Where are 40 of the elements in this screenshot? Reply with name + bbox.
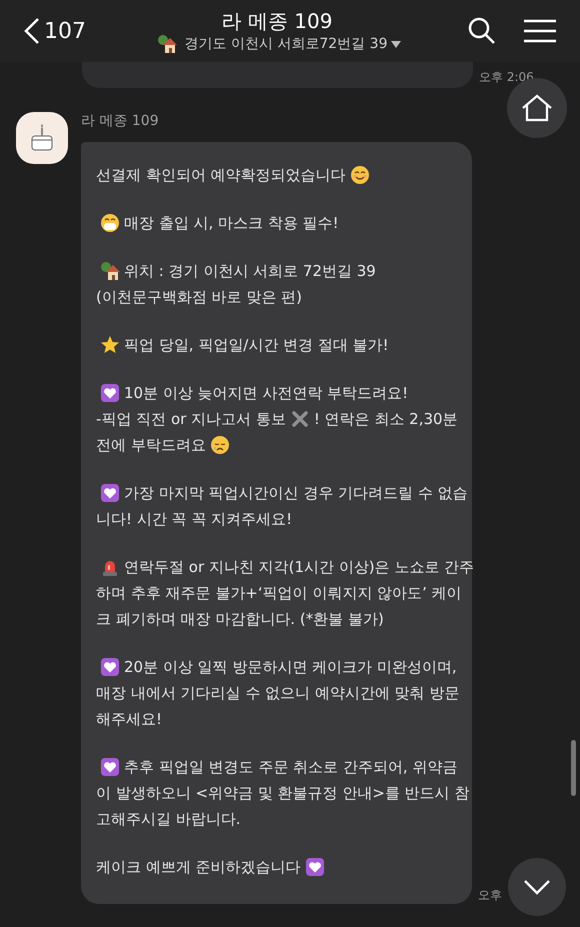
message-text: 니다! 시간 꼭 꼭 지켜주세요! (96, 508, 292, 530)
back-icon (24, 17, 40, 45)
message-text: 가장 마지막 픽업시간이신 경우 기다려드릴 수 없습 (124, 482, 468, 504)
crying-face-icon (210, 435, 230, 455)
chevron-down-icon (523, 879, 551, 895)
message-text: 케이크 예쁘게 준비하겠습니다 (96, 856, 301, 878)
message-text: 고해주시길 바랍니다. (96, 808, 241, 830)
home-icon (521, 94, 553, 122)
sender-name: 라 메종 109 (81, 112, 160, 130)
house-icon (156, 34, 176, 54)
scrollbar (571, 740, 576, 796)
chat-subtitle: 경기도 이천시 서희로72번길 39 (184, 34, 388, 54)
menu-icon[interactable] (524, 19, 556, 43)
smiling-face-icon (350, 165, 370, 185)
caret-icon[interactable] (391, 40, 402, 48)
message-text: ! 연락은 최소 2,30분 (314, 408, 458, 430)
message-text: 전에 부탁드려요 (96, 434, 206, 456)
message-text: 위치 : 경기 이천시 서희로 72번길 39 (124, 260, 376, 282)
message-text: 이 발생하오니 <위약금 및 환불규정 안내>를 반드시 참 (96, 782, 470, 804)
house-icon (100, 261, 120, 281)
message-text: -픽업 직전 or 지나고서 통보 (96, 408, 286, 430)
message-text: 추후 픽업일 변경도 주문 취소로 간주되어, 위약금 (124, 756, 458, 778)
message-text: 매장 내에서 기다리실 수 없으니 예약시간에 맞춰 방문 (96, 682, 460, 704)
message-text: 선결제 확인되어 예약확정되었습니다 (96, 164, 346, 186)
search-icon[interactable] (468, 17, 496, 45)
message-text: 하며 추후 재주문 불가+‘픽업이 이뤄지지 않아도’ 케이 (96, 582, 462, 604)
star-icon (100, 335, 120, 355)
message-text: 해주세요! (96, 708, 162, 730)
message-text: 10분 이상 늦어지면 사전연락 부탁드려요! (124, 382, 408, 404)
message-text: (이천문구백화점 바로 맞은 편) (96, 286, 302, 308)
message-text: 20분 이상 일찍 방문하시면 케이크가 미완성이며, (124, 656, 457, 678)
message-text: 크 폐기하며 매장 마감합니다. (*환불 불가) (96, 608, 384, 630)
chat-title: 라 메종 109 (222, 8, 332, 34)
message-text: 연락두절 or 지나친 지각(1시간 이상)은 노쇼로 간주 (124, 556, 474, 578)
masked-face-icon (100, 213, 120, 233)
cross-icon (290, 409, 310, 429)
message-text: 픽업 당일, 픽업일/시간 변경 절대 불가! (124, 334, 389, 356)
back-button[interactable]: 107 (24, 14, 86, 48)
message-time: 오후 (478, 887, 502, 904)
message-text: 매장 출입 시, 마스크 착용 필수! (124, 212, 339, 234)
